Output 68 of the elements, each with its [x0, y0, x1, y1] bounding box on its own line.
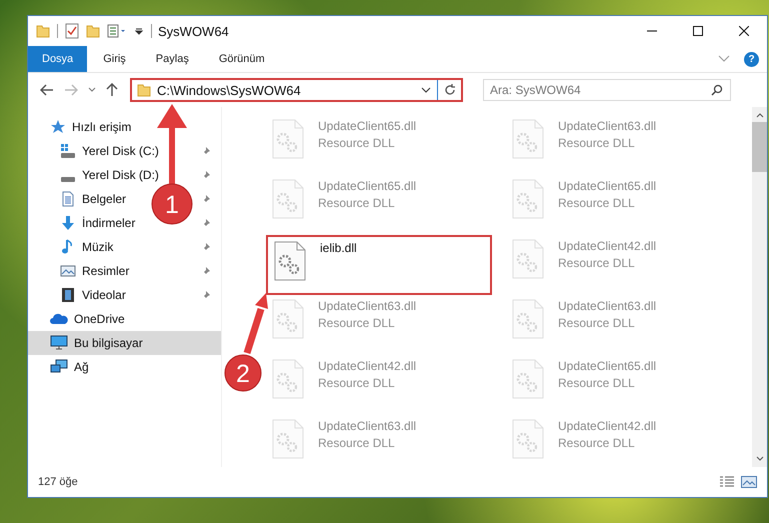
close-icon: [739, 26, 749, 36]
thumbnail-view-icon[interactable]: [741, 476, 757, 488]
item-count: 127 öğe: [38, 476, 78, 488]
sidebar-item[interactable]: Yerel Disk (D:): [82, 168, 159, 182]
sidebar-item[interactable]: OneDrive: [74, 312, 125, 326]
file-type: Resource DLL: [318, 196, 396, 210]
drive-icon: [60, 143, 76, 159]
download-arrow-icon: [60, 215, 76, 231]
drive-icon: [60, 177, 76, 183]
ribbon-tab[interactable]: Giriş: [89, 46, 140, 72]
file-type: Resource DLL: [318, 376, 396, 390]
address-path: C:\Windows\SysWOW64: [157, 82, 302, 98]
sidebar-item[interactable]: Hızlı erişim: [72, 120, 132, 134]
sidebar-item[interactable]: Resimler: [82, 264, 130, 278]
ribbon-tab[interactable]: Paylaş: [142, 46, 203, 72]
caret-icon[interactable]: [134, 26, 144, 36]
gear-file-icon[interactable]: [274, 241, 306, 281]
monitor-icon: [50, 335, 68, 351]
film-strip-icon: [60, 287, 76, 303]
scrollbar[interactable]: [752, 107, 767, 467]
picture-icon: [60, 263, 76, 279]
sidebar-item[interactable]: Müzik: [82, 240, 114, 254]
ribbon-tab[interactable]: Dosya: [28, 46, 88, 72]
details-view-icon[interactable]: [719, 476, 735, 488]
minimize-icon: [647, 30, 657, 32]
sidebar-item[interactable]: Bu bilgisayar: [74, 336, 143, 350]
document-icon: [60, 191, 76, 207]
search-field[interactable]: Ara: SysWOW64: [483, 79, 731, 101]
chevron-down-icon[interactable]: [756, 456, 764, 462]
sidebar-item[interactable]: İndirmeler: [82, 216, 136, 230]
window-title: SysWOW64: [158, 24, 229, 38]
file-type: Resource DLL: [558, 256, 636, 270]
help-button[interactable]: ?: [744, 52, 759, 66]
forward-arrow-icon[interactable]: [64, 84, 78, 96]
folder-icon: [137, 83, 151, 97]
file-type: Resource DLL: [558, 316, 636, 330]
sidebar-item[interactable]: Belgeler: [82, 192, 126, 206]
chevron-down-icon[interactable]: [421, 87, 431, 93]
step-number-badge: 1: [152, 184, 192, 224]
checklist-icon[interactable]: [65, 23, 79, 39]
file-type: Resource DLL: [318, 316, 396, 330]
file-type: Resource DLL: [318, 136, 396, 150]
back-arrow-icon[interactable]: [40, 84, 54, 96]
file-type: Resource DLL: [558, 376, 636, 390]
file-type: Resource DLL: [318, 436, 396, 450]
file-type: Resource DLL: [558, 136, 636, 150]
maximize-icon: [693, 26, 703, 36]
refresh-icon[interactable]: [444, 84, 456, 96]
chevron-up-icon[interactable]: [756, 112, 764, 118]
sidebar-item[interactable]: Videolar: [82, 288, 126, 302]
up-arrow-icon[interactable]: [106, 83, 118, 97]
cloud-icon: [50, 313, 68, 325]
file-name[interactable]: ielib.dll: [320, 241, 357, 255]
star-icon: [50, 119, 66, 135]
file-type: Resource DLL: [558, 436, 636, 450]
step-number-badge: 2: [224, 354, 262, 392]
address-bar[interactable]: C:\Windows\SysWOW64: [130, 78, 463, 102]
sidebar-item[interactable]: Ağ: [74, 360, 89, 374]
search-icon: [711, 84, 723, 96]
scrollbar-thumb[interactable]: [752, 122, 767, 172]
ribbon-tab[interactable]: Görünüm: [204, 46, 279, 72]
sidebar-item[interactable]: Yerel Disk (C:): [82, 144, 159, 158]
file-type: Resource DLL: [558, 196, 636, 210]
properties-icon[interactable]: [107, 24, 127, 38]
folder-icon[interactable]: [86, 24, 100, 38]
annotation-arrow: [244, 293, 268, 354]
folder-icon[interactable]: [36, 24, 50, 38]
network-icon: [50, 359, 68, 375]
